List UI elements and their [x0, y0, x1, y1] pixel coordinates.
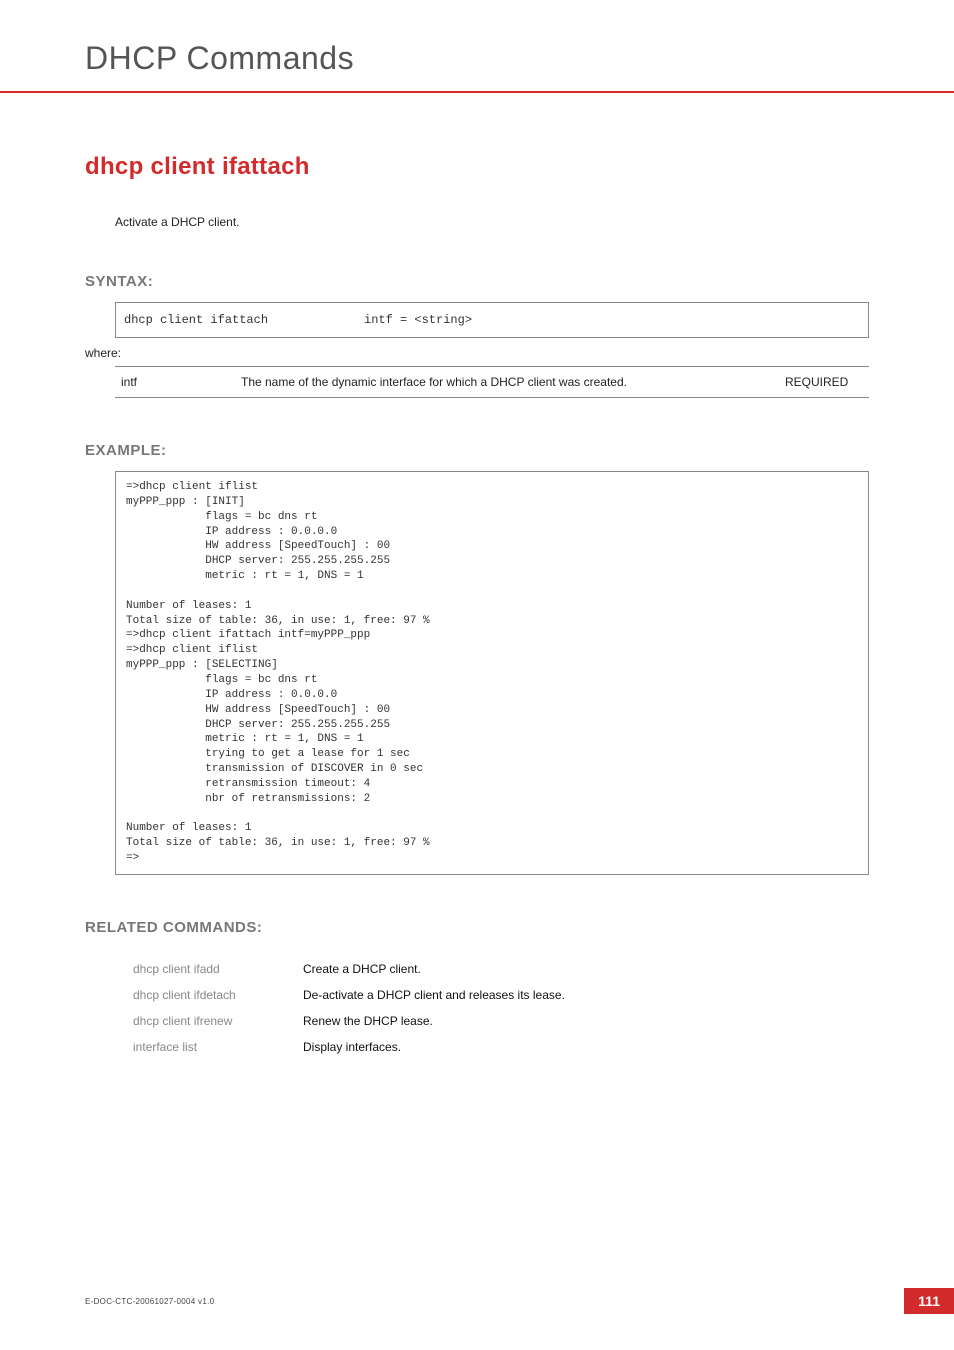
where-label: where:: [85, 346, 869, 360]
param-row: intf The name of the dynamic interface f…: [115, 367, 869, 398]
syntax-label: SYNTAX:: [85, 273, 869, 290]
related-row: dhcp client ifdetach De-activate a DHCP …: [133, 986, 565, 1004]
section-title: dhcp client ifattach: [85, 153, 869, 181]
section-description: Activate a DHCP client.: [115, 215, 869, 229]
related-cmd: dhcp client ifrenew: [133, 1012, 303, 1030]
doc-reference: E-DOC-CTC-20061027-0004 v1.0: [85, 1297, 214, 1306]
chapter-rule: [0, 91, 954, 93]
page: DHCP Commands dhcp client ifattach Activ…: [0, 0, 954, 1350]
param-required: REQUIRED: [779, 367, 869, 398]
syntax-box: dhcp client ifattach intf = <string>: [115, 302, 869, 338]
syntax-command: dhcp client ifattach: [124, 313, 364, 327]
related-cmd: dhcp client ifdetach: [133, 986, 303, 1004]
related-desc: Renew the DHCP lease.: [303, 1012, 565, 1030]
related-desc: Display interfaces.: [303, 1038, 565, 1056]
example-label: EXAMPLE:: [85, 442, 869, 459]
param-name: intf: [115, 367, 235, 398]
related-label: RELATED COMMANDS:: [85, 919, 869, 936]
related-row: dhcp client ifrenew Renew the DHCP lease…: [133, 1012, 565, 1030]
page-number: 111: [904, 1288, 954, 1314]
chapter-title: DHCP Commands: [85, 40, 869, 77]
syntax-row: dhcp client ifattach intf = <string>: [124, 313, 860, 327]
related-desc: Create a DHCP client.: [303, 960, 565, 978]
param-desc: The name of the dynamic interface for wh…: [235, 367, 779, 398]
example-box: =>dhcp client iflist myPPP_ppp : [INIT] …: [115, 471, 869, 875]
param-table: intf The name of the dynamic interface f…: [115, 366, 869, 398]
related-cmd: dhcp client ifadd: [133, 960, 303, 978]
related-cmd: interface list: [133, 1038, 303, 1056]
related-table: dhcp client ifadd Create a DHCP client. …: [133, 952, 565, 1064]
related-row: dhcp client ifadd Create a DHCP client.: [133, 960, 565, 978]
syntax-args: intf = <string>: [364, 313, 472, 327]
related-desc: De-activate a DHCP client and releases i…: [303, 986, 565, 1004]
footer: E-DOC-CTC-20061027-0004 v1.0 111: [85, 1288, 954, 1314]
related-row: interface list Display interfaces.: [133, 1038, 565, 1056]
